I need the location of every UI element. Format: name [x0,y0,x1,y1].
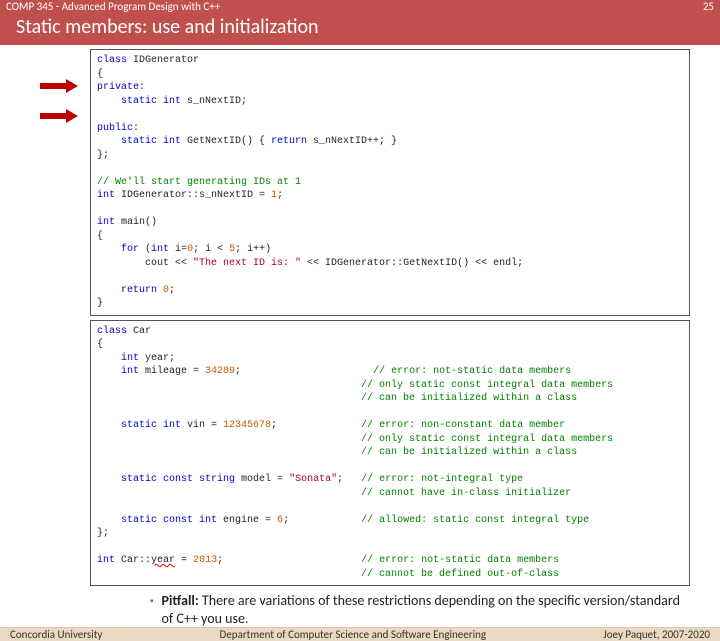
slide-title: Static members: use and initialization [0,13,720,45]
footer-center: Department of Computer Science and Softw… [220,628,487,641]
arrow-icon [40,79,78,93]
pitfall-label: Pitfall: [162,592,199,609]
header-bar: COMP 345 - Advanced Program Design with … [0,0,720,13]
bullet-item: ▪ Pitfall: There are variations of these… [150,592,680,627]
arrow-icon [40,109,78,123]
footer-left: Concordia University [10,628,102,641]
code-block-1: class IDGenerator { private: static int … [90,49,690,316]
footer-bar: Concordia University Department of Compu… [0,627,720,641]
code-block-2: class Car { int year; int mileage = 3428… [90,320,690,587]
course-label: COMP 345 - Advanced Program Design with … [6,0,220,13]
bullet-text: Pitfall: There are variations of these r… [162,592,680,627]
bullet-icon: ▪ [150,592,154,627]
footer-right: Joey Paquet, 2007-2020 [603,628,710,641]
page-number: 25 [703,0,714,13]
